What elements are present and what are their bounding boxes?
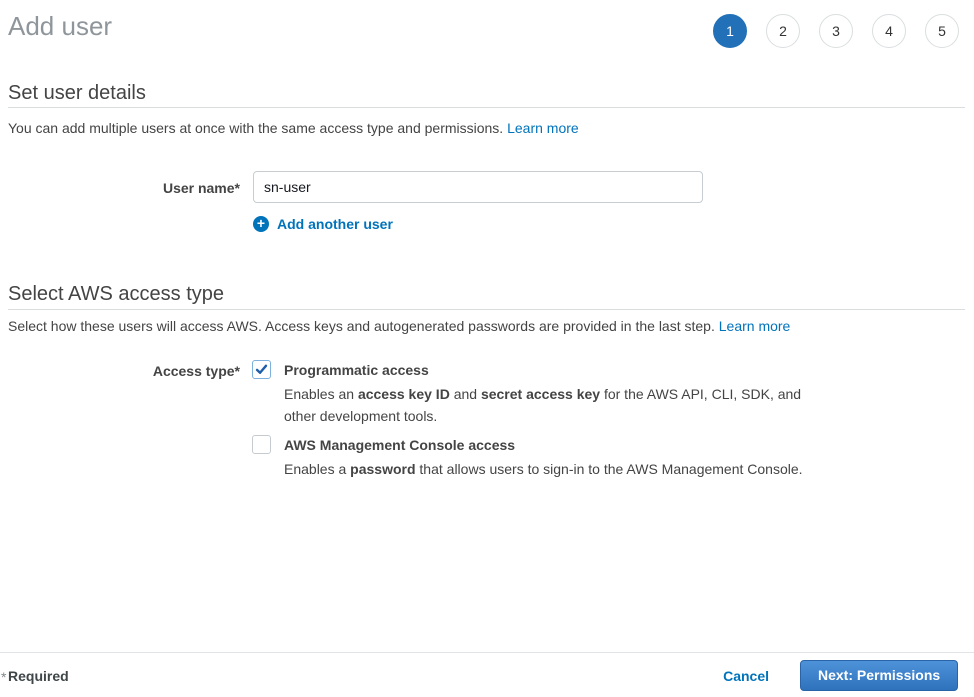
checkmark-icon [255, 363, 268, 376]
add-another-user-label: Add another user [277, 216, 393, 232]
step-5-indicator: 5 [925, 14, 959, 48]
console-access-option: AWS Management Console access Enables a … [284, 436, 808, 481]
learn-more-link-access-type[interactable]: Learn more [719, 318, 791, 334]
learn-more-link-user-details[interactable]: Learn more [507, 120, 579, 136]
select-access-type-heading: Select AWS access type [8, 282, 224, 306]
add-another-user-button[interactable]: + Add another user [253, 216, 393, 232]
console-access-title: AWS Management Console access [284, 436, 808, 455]
page-title: Add user [8, 9, 112, 43]
required-asterisk: * [1, 669, 6, 685]
programmatic-access-title: Programmatic access [284, 361, 808, 380]
footer-divider [0, 652, 974, 653]
step-2-indicator: 2 [766, 14, 800, 48]
wizard-step-indicator: 1 2 3 4 5 [713, 14, 959, 48]
section-divider [8, 309, 965, 310]
username-label: User name* [0, 179, 240, 197]
programmatic-access-description: Enables an access key ID and secret acce… [284, 384, 808, 427]
step-1-indicator: 1 [713, 14, 747, 48]
console-access-checkbox[interactable] [252, 435, 271, 454]
next-permissions-button[interactable]: Next: Permissions [800, 660, 958, 691]
user-details-description: You can add multiple users at once with … [8, 119, 579, 137]
programmatic-access-option: Programmatic access Enables an access ke… [284, 361, 808, 427]
access-type-description-text: Select how these users will access AWS. … [8, 318, 715, 334]
required-label: Required [8, 668, 69, 684]
section-divider [8, 107, 965, 108]
access-type-label: Access type* [0, 362, 240, 380]
add-user-page: Add user 1 2 3 4 5 Set user details You … [0, 0, 974, 697]
username-input[interactable] [253, 171, 703, 203]
set-user-details-heading: Set user details [8, 81, 146, 105]
user-details-description-text: You can add multiple users at once with … [8, 120, 503, 136]
required-note: * Required [8, 668, 69, 684]
console-access-description: Enables a password that allows users to … [284, 459, 808, 481]
step-3-indicator: 3 [819, 14, 853, 48]
cancel-button[interactable]: Cancel [723, 668, 769, 684]
access-type-description: Select how these users will access AWS. … [8, 317, 790, 335]
plus-circle-icon: + [253, 216, 269, 232]
programmatic-access-checkbox[interactable] [252, 360, 271, 379]
step-4-indicator: 4 [872, 14, 906, 48]
